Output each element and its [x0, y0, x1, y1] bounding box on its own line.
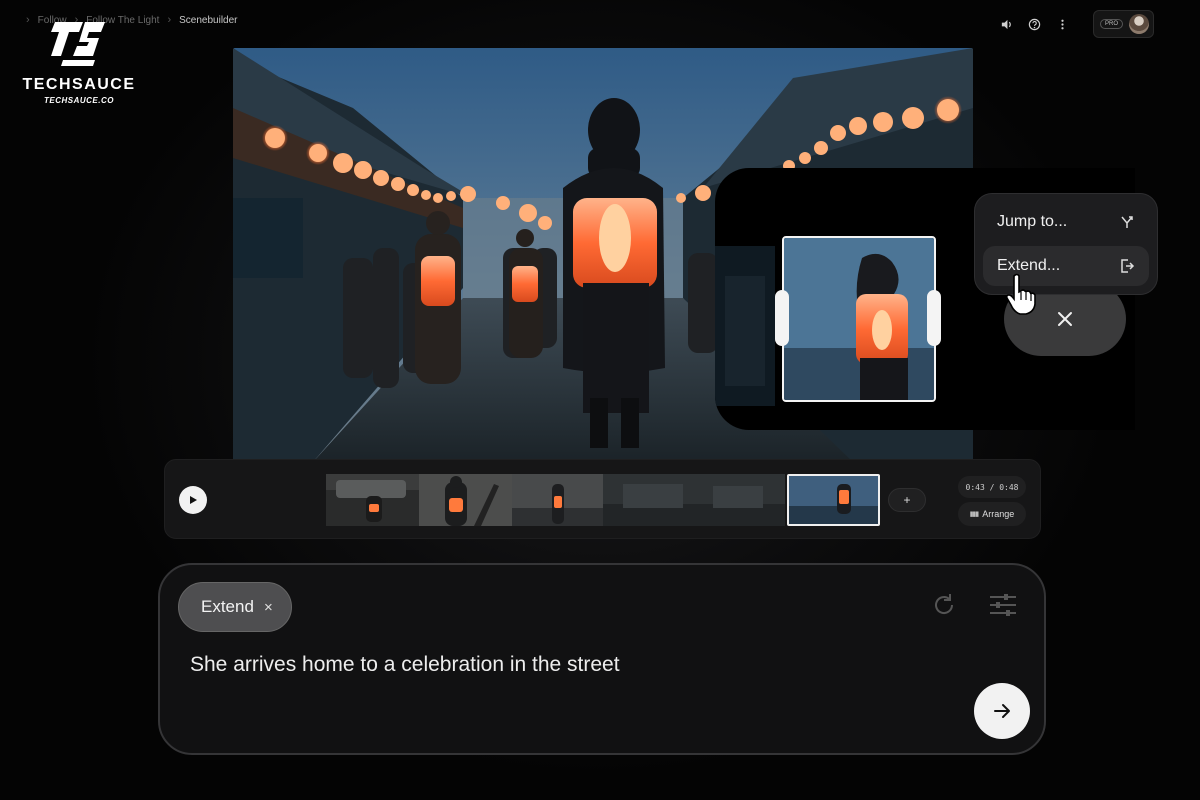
play-icon [190, 496, 197, 504]
timeline-clip-1[interactable] [326, 474, 419, 526]
jump-icon [1121, 216, 1133, 228]
prompt-tools [930, 591, 1018, 619]
arrange-label: Arrange [982, 509, 1015, 519]
clip-thumbnail [419, 474, 512, 526]
brand-name: TECHSAUCE [22, 76, 136, 93]
menu-item-jump-to[interactable]: Jump to... [983, 202, 1149, 242]
timeline-clip-3[interactable] [512, 474, 603, 526]
clip-context-menu: Jump to... Extend... [974, 193, 1158, 295]
prompt-input[interactable]: She arrives home to a celebration in the… [190, 653, 620, 677]
clip-thumbnail [326, 474, 419, 526]
avatar [1129, 14, 1149, 34]
trim-clip-image [784, 238, 934, 400]
timeline-clip-2[interactable] [419, 474, 512, 526]
close-icon [1058, 312, 1072, 326]
breadcrumb-separator: › [167, 14, 172, 26]
menu-item-label: Jump to... [997, 213, 1068, 230]
trim-handle-start[interactable] [775, 290, 789, 346]
hand-cursor-icon [1005, 273, 1036, 315]
arrange-icon: ▮▮▮ [969, 511, 980, 518]
settings-sliders-icon[interactable] [988, 591, 1018, 619]
trim-clip-preview[interactable] [782, 236, 936, 402]
refresh-icon[interactable] [930, 591, 958, 619]
speaker-icon[interactable] [999, 16, 1015, 32]
timeline-clip-4[interactable] [603, 474, 785, 526]
techsauce-logo: TECHSAUCE TECHSAUCE.CO [20, 16, 138, 105]
play-button[interactable] [179, 486, 207, 514]
clip-thumbnail [603, 474, 785, 526]
plan-badge: PRO [1099, 19, 1123, 29]
techsauce-logo-mark [51, 22, 105, 66]
help-icon[interactable] [1027, 16, 1043, 32]
arrow-right-icon [994, 704, 1010, 718]
clip-thumbnail [789, 476, 878, 524]
brand-site: TECHSAUCE.CO [43, 96, 114, 105]
time-readout: 0:43 / 0:48 [958, 476, 1026, 498]
more-vert-icon[interactable] [1055, 16, 1071, 32]
clip-thumbnail [512, 474, 603, 526]
mode-chip-close-icon[interactable]: × [264, 599, 273, 616]
trim-handle-end[interactable] [927, 290, 941, 346]
breadcrumb-item-current: Scenebuilder [179, 14, 238, 26]
topbar-right: PRO [999, 10, 1154, 38]
mode-chip-label: Extend [201, 597, 254, 616]
arrange-button[interactable]: ▮▮▮ Arrange [958, 502, 1026, 526]
timeline-clip-selected[interactable] [787, 474, 880, 526]
trim-neighbor-frame [715, 246, 775, 406]
mode-chip-extend[interactable]: Extend × [178, 582, 292, 632]
account-chip[interactable]: PRO [1092, 10, 1154, 38]
extend-icon [1121, 259, 1135, 273]
timeline: + 0:43 / 0:48 ▮▮▮ Arrange [164, 459, 1041, 539]
send-button[interactable] [974, 683, 1030, 739]
prompt-composer: Extend × She arrives home to a celebrati… [158, 563, 1046, 755]
add-clip-button[interactable]: + [888, 488, 926, 512]
